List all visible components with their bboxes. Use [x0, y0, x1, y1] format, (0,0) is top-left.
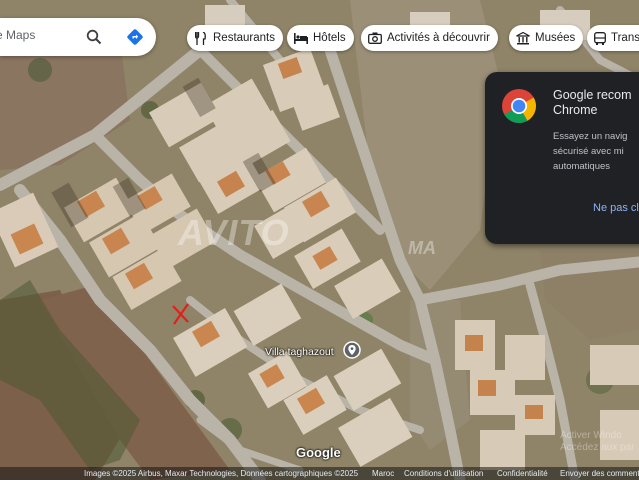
bus-icon: [594, 31, 606, 45]
chip-restaurants[interactable]: Restaurants: [187, 25, 284, 51]
chip-hotels[interactable]: Hôtels: [287, 25, 354, 51]
attribution-text: Images ©2025 Airbus, Maxar Technologies,…: [84, 469, 359, 478]
search-icon[interactable]: [84, 27, 104, 47]
windows-line: Activer Windo: [560, 430, 622, 441]
chip-label: Transports: [611, 32, 639, 44]
search-box[interactable]: e Maps: [0, 18, 156, 56]
promo-body-line: automatiques: [553, 161, 611, 172]
windows-activation-notice: Activer Windo Accédez aux par: [560, 430, 635, 454]
promo-title: Google recom Chrome: [553, 88, 639, 118]
chip-label: Hôtels: [313, 32, 346, 44]
chrome-logo-icon: [501, 88, 537, 129]
place-label[interactable]: Villa taghazout: [265, 346, 334, 358]
chip-label: Musées: [535, 32, 576, 44]
feedback-link[interactable]: Envoyer des commentaires: [560, 467, 639, 480]
watermark-tail: MA: [408, 238, 436, 258]
watermark: AVITO: [178, 212, 290, 253]
region-link[interactable]: Maroc: [372, 467, 394, 480]
camera-icon: [368, 31, 382, 45]
terms-link[interactable]: Conditions d'utilisation: [404, 467, 483, 480]
promo-title-line: Google recom: [553, 88, 632, 102]
promo-body-line: Essayez un navig: [553, 131, 628, 142]
directions-icon[interactable]: [125, 27, 145, 47]
dismiss-button[interactable]: Ne pas cl: [593, 202, 639, 214]
promo-body: Essayez un navig sécurisé avec mi automa…: [553, 129, 627, 174]
search-input[interactable]: e Maps: [0, 28, 35, 42]
chip-transport[interactable]: Transports: [587, 25, 639, 51]
map-footer: Images ©2025 Airbus, Maxar Technologies,…: [0, 467, 639, 480]
chip-label: Activités à découvrir: [387, 32, 490, 44]
museum-icon: [516, 31, 530, 45]
chip-museums[interactable]: Musées: [509, 25, 584, 51]
bed-icon: [294, 31, 308, 45]
promo-title-line: Chrome: [553, 103, 598, 117]
place-pin-icon[interactable]: [343, 341, 361, 366]
fork-knife-icon: [194, 31, 208, 45]
windows-line: Accédez aux par: [560, 442, 635, 453]
chrome-promo-card: Google recom Chrome Essayez un navig séc…: [485, 72, 639, 244]
privacy-link[interactable]: Confidentialité: [497, 467, 548, 480]
google-logo: Google: [296, 445, 341, 460]
promo-body-line: sécurisé avec mi: [553, 146, 624, 157]
chip-label: Restaurants: [213, 32, 276, 44]
chip-activities[interactable]: Activités à découvrir: [361, 25, 498, 51]
